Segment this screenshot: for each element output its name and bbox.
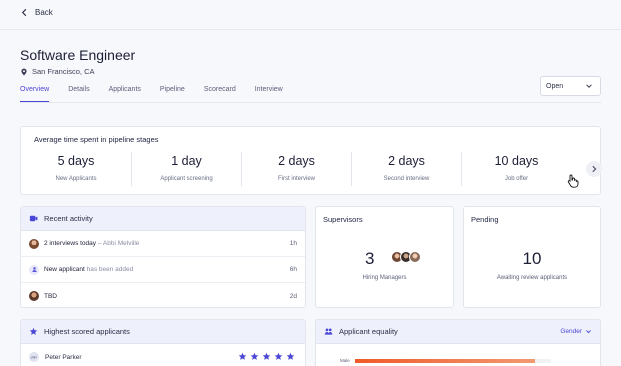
tab-overview[interactable]: Overview [20,86,50,102]
chevron-right-icon [592,165,597,173]
gender-filter-dropdown[interactable]: Gender [560,328,592,335]
activity-row[interactable]: TBD 2d [21,283,305,307]
pending-count: 10 [522,249,542,268]
stage-new-applicants: 5 days New Applicants [21,152,131,186]
pipeline-stages-card: Average time spent in pipeline stages 5 … [20,126,602,195]
stage-label: Applicant screening [160,176,213,182]
activity-strong: TBD [44,292,57,300]
top-bar: Back [0,0,621,30]
chevron-left-icon [21,8,27,17]
activity-time: 1h [289,240,297,247]
map-pin-icon [21,68,27,75]
activity-row[interactable]: 2 interviews today – Abbi Melville 1h [21,231,305,257]
pending-subtitle: Awaiting review applicants [496,275,568,281]
stage-value: 2 days [388,154,425,168]
tab-scorecard[interactable]: Scorecard [204,86,236,102]
stage-label: First interview [277,176,315,182]
equality-bar-row: Male [340,358,551,363]
activity-muted: – Abbi Melville [96,240,140,247]
activity-muted: has been added [84,266,134,273]
star-icon [286,352,295,360]
bar-label: Male [340,358,350,363]
stage-label: New Applicants [55,176,97,182]
applicant-name: Peter Parker [45,353,82,361]
activity-strong: 2 interviews today [44,240,97,247]
activity-icon [29,215,38,222]
supervisors-subtitle: Hiring Managers [362,275,407,281]
gender-filter-label: Gender [560,328,582,335]
applicant-row[interactable]: PP Peter Parker [21,344,305,366]
tab-bar: Overview Details Applicants Pipeline Sco… [20,86,302,102]
user-icon [29,264,39,275]
recent-activity-card: Recent activity 2 interviews today – Abb… [20,206,306,308]
hand-cursor-icon [567,174,579,188]
activity-time: 2d [289,292,297,300]
page-title: Software Engineer [20,47,136,63]
stage-value: 10 days [494,154,539,168]
recent-activity-header: Recent activity [21,207,305,231]
applicant-equality-card: Applicant equality Gender Male [315,319,601,366]
pipeline-title: Average time spent in pipeline stages [34,135,159,144]
activity-text: TBD [44,293,57,300]
star-icon [250,352,259,360]
star-icon [238,352,247,360]
avatar [29,291,39,301]
stage-first-interview: 2 days First interview [241,152,351,186]
stage-second-interview: 2 days Second interview [351,152,461,186]
back-button[interactable]: Back [20,8,53,17]
highest-scored-header: Highest scored applicants [21,320,305,344]
applicant-equality-title: Applicant equality [339,327,398,336]
tab-pipeline[interactable]: Pipeline [160,86,185,102]
bar-fill [354,358,536,363]
applicant-initials: PP [29,352,39,362]
supervisors-count: 3 [365,249,375,268]
stage-label: Job offer [504,176,529,182]
bar-track [354,358,551,363]
supervisor-avatars[interactable] [391,251,421,263]
rating-stars [238,352,295,361]
star-icon [262,352,271,360]
chevron-down-icon [586,330,591,334]
stage-applicant-screening: 1 day Applicant screening [131,152,241,186]
highest-scored-title: Highest scored applicants [44,327,130,336]
status-value: Open [546,82,564,90]
supervisors-title: Supervisors [323,215,363,224]
activity-row[interactable]: New applicant has been added 6h [21,257,305,283]
pipeline-stages: 5 days New Applicants 1 day Applicant sc… [21,152,571,186]
avatar [29,238,39,249]
activity-text: New applicant has been added [44,266,133,273]
activity-strong: New applicant [44,266,85,273]
tabs-divider [20,102,601,103]
back-label: Back [35,8,53,17]
stage-value: 5 days [57,154,95,168]
applicant-equality-header: Applicant equality Gender [316,320,600,344]
job-location: San Francisco, CA [20,67,95,76]
people-icon [324,328,333,335]
pending-card: Pending 10 Awaiting review applicants [463,206,601,308]
tab-interview[interactable]: Interview [255,86,283,102]
activity-time: 6h [289,266,297,273]
star-icon [29,327,38,335]
stage-value: 1 day [171,154,202,168]
avatar [409,251,421,263]
star-icon [274,352,283,360]
chevron-down-icon [586,84,592,88]
highest-scored-card: Highest scored applicants PP Peter Parke… [20,319,306,366]
recent-activity-title: Recent activity [44,214,93,223]
status-dropdown[interactable]: Open [540,76,601,96]
supervisors-card: Supervisors 3 Hiring Managers [315,206,454,308]
stage-label: Second interview [383,176,430,182]
stage-value: 2 days [278,154,315,168]
pending-title: Pending [471,215,499,224]
location-text: San Francisco, CA [32,67,95,76]
tab-details[interactable]: Details [68,86,89,102]
pipeline-next-button[interactable] [586,161,602,177]
tab-applicants[interactable]: Applicants [109,86,141,102]
activity-text: 2 interviews today – Abbi Melville [44,240,139,247]
stage-job-offer: 10 days Job offer [461,152,571,186]
